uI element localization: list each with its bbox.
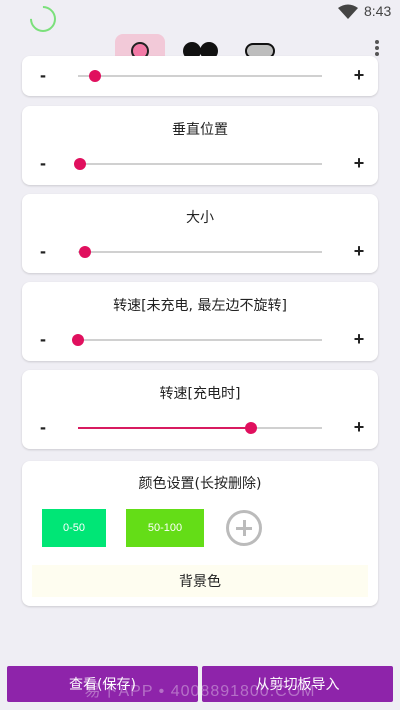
import-clipboard-button[interactable]: 从剪切板导入	[202, 666, 393, 702]
decrease-button[interactable]: -	[34, 66, 52, 84]
card-title: 转速[充电时]	[159, 386, 241, 402]
wifi-icon	[338, 4, 358, 19]
decrease-button[interactable]: -	[34, 154, 52, 172]
slider-thumb[interactable]	[79, 246, 92, 258]
vertical-position-card: 垂直位置 - +	[22, 106, 378, 185]
slider-thumb[interactable]	[89, 70, 102, 82]
increase-button[interactable]: +	[350, 66, 368, 84]
card-title: 垂直位置	[172, 122, 228, 138]
decrease-button[interactable]: -	[34, 242, 52, 260]
increase-button[interactable]: +	[350, 154, 368, 172]
slider-card-partial: - +	[22, 56, 378, 96]
card-title: 颜色设置(长按删除)	[138, 476, 262, 492]
size-card: 大小 - +	[22, 194, 378, 273]
swatch-label: 0-50	[62, 522, 86, 534]
add-color-icon[interactable]	[226, 510, 262, 546]
card-title: 大小	[186, 210, 214, 226]
increase-button[interactable]: +	[350, 242, 368, 260]
view-save-button[interactable]: 查看(保存)	[7, 666, 198, 702]
slider-track[interactable]	[72, 334, 322, 346]
slider-track[interactable]	[78, 422, 322, 434]
decrease-button[interactable]: -	[34, 418, 52, 436]
increase-button[interactable]: +	[350, 330, 368, 348]
slider-track[interactable]	[78, 70, 322, 82]
slider-track[interactable]	[78, 246, 322, 258]
color-settings-card: 颜色设置(长按删除) 0-50 50-100 背景色	[22, 461, 378, 606]
card-title: 转速[未充电, 最左边不旋转]	[113, 298, 287, 314]
decrease-button[interactable]: -	[34, 330, 52, 348]
slider-thumb[interactable]	[72, 334, 84, 346]
color-swatch-50-100[interactable]: 50-100	[126, 509, 204, 547]
slider-track[interactable]	[74, 158, 322, 170]
status-bar: 8:43	[0, 0, 400, 38]
status-time: 8:43	[364, 3, 392, 19]
slider-thumb[interactable]	[245, 422, 258, 434]
slider-fill	[78, 427, 252, 429]
loading-spinner-icon	[24, 0, 62, 38]
speed-charging-card: 转速[充电时] - +	[22, 370, 378, 449]
background-color-button[interactable]: 背景色	[32, 565, 368, 597]
background-color-label: 背景色	[179, 574, 221, 590]
swatch-label: 50-100	[147, 522, 183, 534]
speed-not-charging-card: 转速[未充电, 最左边不旋转] - +	[22, 282, 378, 361]
color-swatch-0-50[interactable]: 0-50	[42, 509, 106, 547]
increase-button[interactable]: +	[350, 418, 368, 436]
slider-thumb[interactable]	[74, 158, 87, 170]
